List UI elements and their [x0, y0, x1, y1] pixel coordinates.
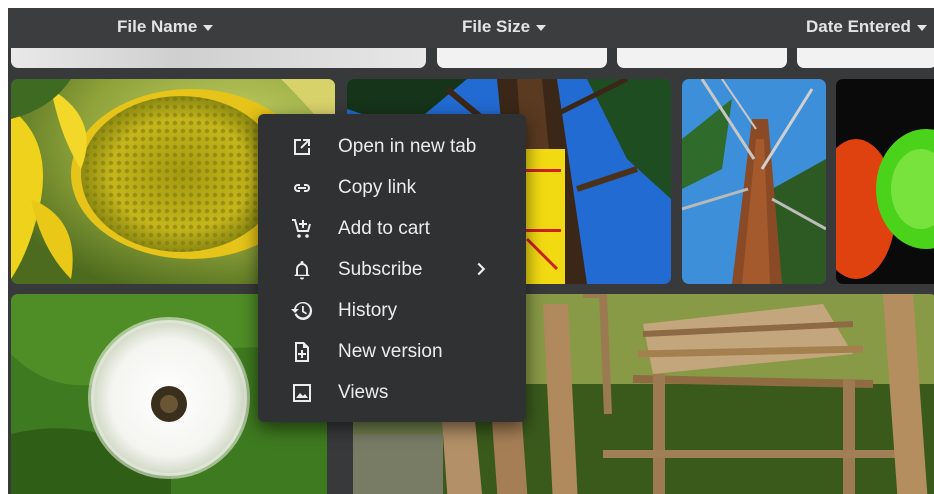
menu-item-label: Copy link: [338, 177, 417, 198]
column-label: Date Entered: [806, 17, 911, 36]
previous-row-card[interactable]: [617, 48, 787, 68]
caret-down-icon: [536, 25, 547, 31]
file-plus-icon: [295, 342, 309, 362]
previous-row-card[interactable]: [797, 48, 934, 68]
previous-row-card[interactable]: [11, 48, 426, 68]
tree-trunk-image: [682, 79, 826, 284]
menu-item-new-version[interactable]: New version: [258, 331, 526, 372]
menu-item-subscribe[interactable]: Subscribe: [258, 249, 526, 290]
menu-item-label: Subscribe: [338, 259, 423, 280]
sort-by-file-size[interactable]: File Size: [462, 17, 547, 37]
photo-tile-green-fuzz[interactable]: [836, 79, 934, 284]
green-fuzz-image: [836, 79, 934, 284]
menu-item-label: Views: [338, 382, 389, 403]
photo-tile-tree-trunk[interactable]: [682, 79, 826, 284]
caret-down-icon: [916, 25, 927, 31]
menu-item-open-new-tab[interactable]: Open in new tab: [258, 126, 526, 167]
image-icon: [293, 384, 311, 402]
menu-item-label: History: [338, 300, 398, 321]
column-label: File Name: [117, 17, 198, 36]
add-cart-icon: [292, 219, 311, 238]
menu-item-add-to-cart[interactable]: Add to cart: [258, 208, 526, 249]
menu-item-label: Open in new tab: [338, 136, 477, 157]
menu-item-views[interactable]: Views: [258, 372, 526, 413]
menu-item-label: New version: [338, 341, 443, 362]
chevron-right-icon: [477, 262, 486, 276]
sort-by-file-name[interactable]: File Name: [117, 17, 214, 37]
column-header: File Name File Size Date Entered: [8, 8, 934, 48]
menu-item-history[interactable]: History: [258, 290, 526, 331]
gallery-frame: File Name File Size Date Entered Open in…: [8, 8, 934, 494]
column-label: File Size: [462, 17, 531, 36]
bell-icon: [294, 261, 310, 280]
link-icon: [294, 184, 310, 192]
context-menu: Open in new tab Copy link Add to cart Su…: [258, 114, 526, 422]
menu-item-label: Add to cart: [338, 218, 430, 239]
previous-row-card[interactable]: [437, 48, 607, 68]
caret-down-icon: [203, 25, 214, 31]
history-icon: [291, 301, 313, 320]
open-in-new-icon: [294, 139, 310, 155]
sort-by-date-entered[interactable]: Date Entered: [806, 17, 927, 37]
menu-item-copy-link[interactable]: Copy link: [258, 167, 526, 208]
